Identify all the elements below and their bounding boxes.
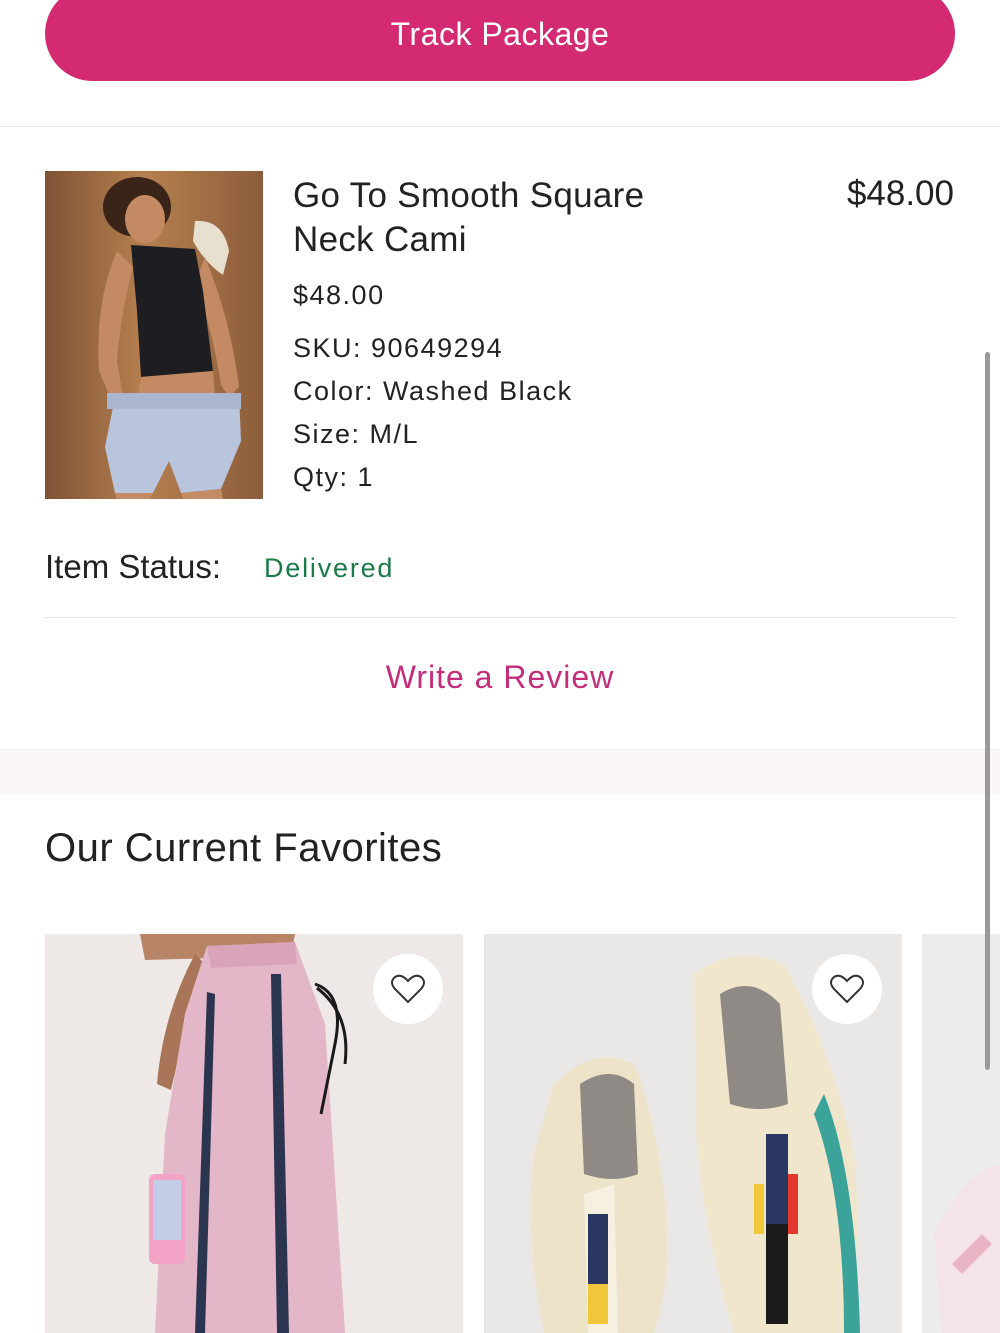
track-package-button[interactable]: Track Package [45,0,955,81]
favorite-heart-button[interactable] [812,954,882,1024]
line-total-price: $48.00 [846,174,954,213]
color-detail: Color: Washed Black [293,376,573,406]
heart-icon [830,974,864,1004]
unit-price: $48.00 [293,280,385,310]
product-image[interactable] [45,171,263,499]
item-status-label: Item Status: [45,548,222,585]
product-photo-illustration [45,171,263,499]
track-package-label: Track Package [390,16,610,52]
section-divider [0,126,1000,127]
heart-icon [391,974,425,1004]
status-divider [45,617,955,618]
sku-detail: SKU: 90649294 [293,333,504,363]
qty-detail: Qty: 1 [293,462,375,492]
item-status-value: Delivered [264,553,395,583]
favorite-card-sneakers[interactable] [484,934,902,1333]
product-name[interactable]: Go To Smooth Square Neck Cami [293,174,713,262]
favorites-title: Our Current Favorites [45,826,443,870]
page-scrollbar[interactable] [985,352,990,1070]
write-review-link[interactable]: Write a Review [0,659,1000,696]
favorite-card-pink-pants[interactable] [45,934,463,1333]
section-separator-band [0,749,1000,794]
favorite-heart-button[interactable] [373,954,443,1024]
size-detail: Size: M/L [293,419,420,449]
